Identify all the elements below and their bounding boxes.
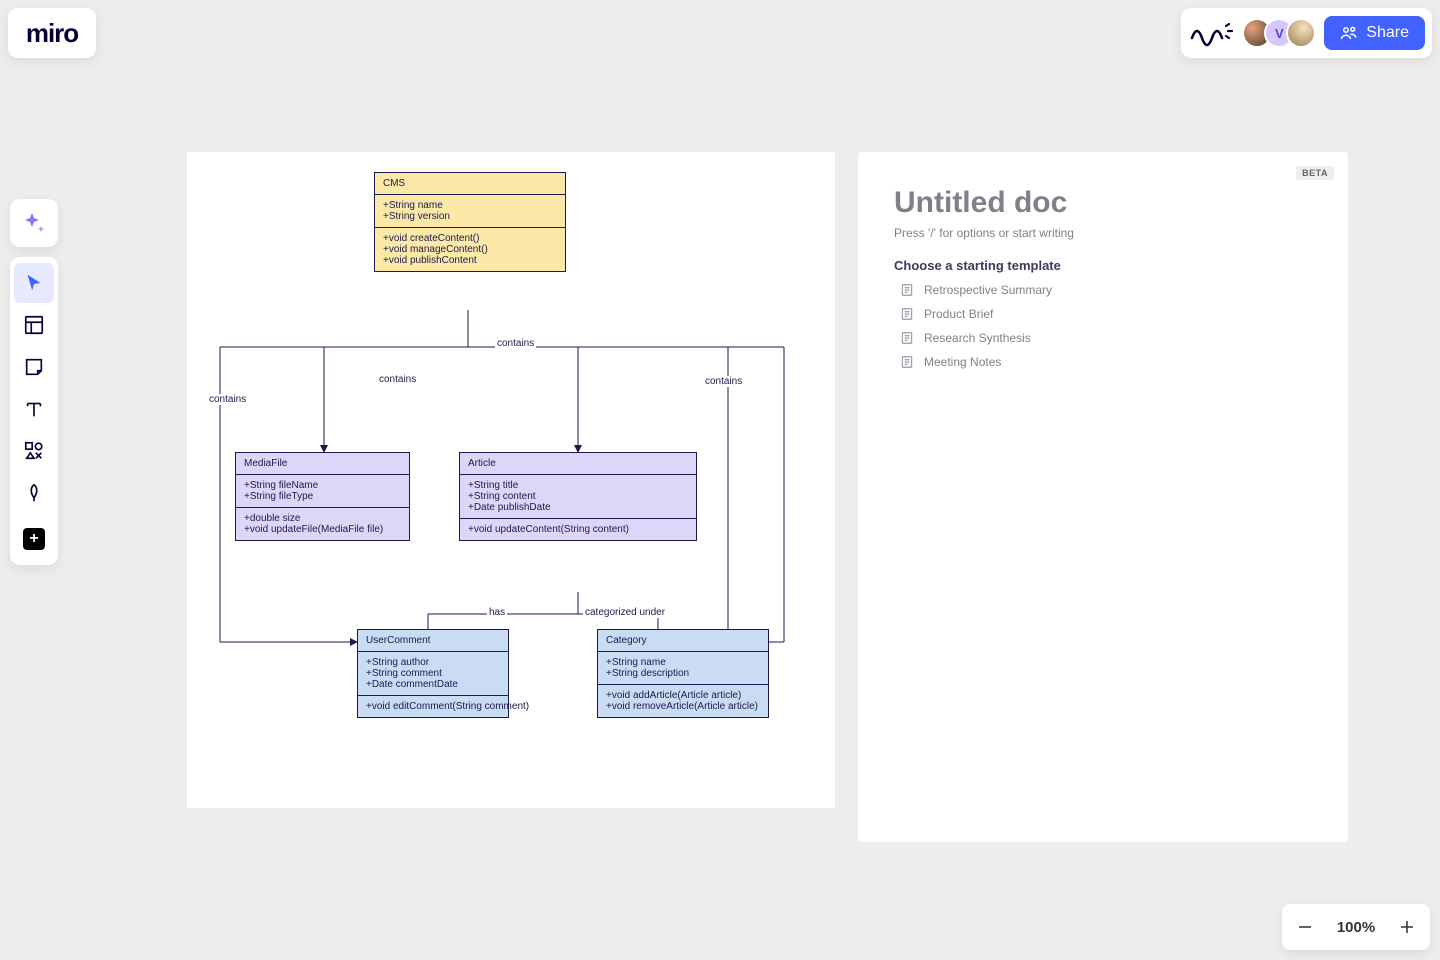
class-attrs: +String author +String comment +Date com… bbox=[366, 657, 500, 690]
text-icon bbox=[23, 398, 45, 420]
class-methods: +void addArticle(Article article) +void … bbox=[606, 690, 760, 712]
template-label: Research Synthesis bbox=[924, 331, 1031, 345]
doc-icon bbox=[900, 307, 914, 321]
doc-icon bbox=[900, 283, 914, 297]
layout-icon bbox=[23, 314, 45, 336]
edge-label: has bbox=[487, 607, 507, 618]
template-item[interactable]: Research Synthesis bbox=[894, 331, 1312, 345]
template-label: Product Brief bbox=[924, 307, 993, 321]
edge-label: categorized under bbox=[583, 607, 667, 618]
sticky-tool[interactable] bbox=[14, 347, 54, 387]
more-tools[interactable]: + bbox=[14, 519, 54, 559]
plus-icon: + bbox=[23, 528, 45, 550]
pen-icon bbox=[23, 482, 45, 504]
class-attrs: +String title +String content +Date publ… bbox=[468, 480, 688, 513]
people-icon bbox=[1340, 24, 1358, 42]
class-methods: +void editComment(String comment) bbox=[366, 701, 500, 712]
doc-hint: Press '/' for options or start writing bbox=[894, 226, 1312, 240]
class-methods: +void updateContent(String content) bbox=[468, 524, 688, 535]
doc-icon bbox=[900, 355, 914, 369]
class-attrs: +String fileName +String fileType bbox=[244, 480, 401, 502]
class-name: UserComment bbox=[358, 630, 508, 652]
edge-label: contains bbox=[207, 394, 248, 405]
class-name: MediaFile bbox=[236, 453, 409, 475]
class-article[interactable]: Article +String title +String content +D… bbox=[459, 452, 697, 541]
share-label: Share bbox=[1366, 24, 1409, 42]
template-item[interactable]: Product Brief bbox=[894, 307, 1312, 321]
template-item[interactable]: Retrospective Summary bbox=[894, 283, 1312, 297]
edge-label: contains bbox=[495, 338, 536, 349]
left-toolbar: + bbox=[10, 257, 58, 565]
class-name: CMS bbox=[375, 173, 565, 195]
doc-icon bbox=[900, 331, 914, 345]
ai-tool[interactable] bbox=[10, 199, 58, 247]
template-list: Retrospective Summary Product Brief Rese… bbox=[894, 283, 1312, 369]
app-logo[interactable]: miro bbox=[8, 8, 96, 58]
reactions-icon[interactable] bbox=[1188, 15, 1234, 51]
sticky-icon bbox=[23, 356, 45, 378]
class-methods: +double size +void updateFile(MediaFile … bbox=[244, 513, 401, 535]
class-name: Category bbox=[598, 630, 768, 652]
templates-tool[interactable] bbox=[14, 305, 54, 345]
doc-panel[interactable]: BETA Untitled doc Press '/' for options … bbox=[858, 152, 1348, 842]
sparkle-icon bbox=[22, 211, 46, 235]
edge-label: contains bbox=[703, 376, 744, 387]
plus-icon bbox=[1398, 918, 1416, 936]
class-methods: +void createContent() +void manageConten… bbox=[383, 233, 557, 266]
zoom-in-button[interactable] bbox=[1394, 914, 1420, 940]
class-name: Article bbox=[460, 453, 696, 475]
diagram-frame[interactable]: contains contains contains contains has … bbox=[187, 152, 835, 808]
minus-icon bbox=[1296, 918, 1314, 936]
template-label: Meeting Notes bbox=[924, 355, 1001, 369]
doc-title[interactable]: Untitled doc bbox=[894, 186, 1312, 220]
text-tool[interactable] bbox=[14, 389, 54, 429]
edge-label: contains bbox=[377, 374, 418, 385]
logo-text: miro bbox=[26, 18, 78, 49]
zoom-control: 100% bbox=[1282, 904, 1430, 950]
share-button[interactable]: Share bbox=[1324, 16, 1425, 50]
collaborator-avatars[interactable]: V bbox=[1242, 18, 1316, 48]
template-item[interactable]: Meeting Notes bbox=[894, 355, 1312, 369]
select-tool[interactable] bbox=[14, 263, 54, 303]
zoom-out-button[interactable] bbox=[1292, 914, 1318, 940]
class-mediafile[interactable]: MediaFile +String fileName +String fileT… bbox=[235, 452, 410, 541]
class-cms[interactable]: CMS +String name +String version +void c… bbox=[374, 172, 566, 272]
class-attrs: +String name +String description bbox=[606, 657, 760, 679]
cursor-icon bbox=[23, 272, 45, 294]
shapes-tool[interactable] bbox=[14, 431, 54, 471]
doc-choose-label: Choose a starting template bbox=[894, 258, 1312, 273]
pen-tool[interactable] bbox=[14, 473, 54, 513]
zoom-value[interactable]: 100% bbox=[1337, 919, 1375, 936]
avatar-initial: V bbox=[1275, 26, 1284, 41]
class-usercomment[interactable]: UserComment +String author +String comme… bbox=[357, 629, 509, 718]
class-category[interactable]: Category +String name +String descriptio… bbox=[597, 629, 769, 718]
shapes-icon bbox=[23, 440, 45, 462]
beta-badge: BETA bbox=[1296, 166, 1334, 180]
header-right: V Share bbox=[1181, 8, 1432, 58]
class-attrs: +String name +String version bbox=[383, 200, 557, 222]
template-label: Retrospective Summary bbox=[924, 283, 1052, 297]
avatar[interactable] bbox=[1286, 18, 1316, 48]
